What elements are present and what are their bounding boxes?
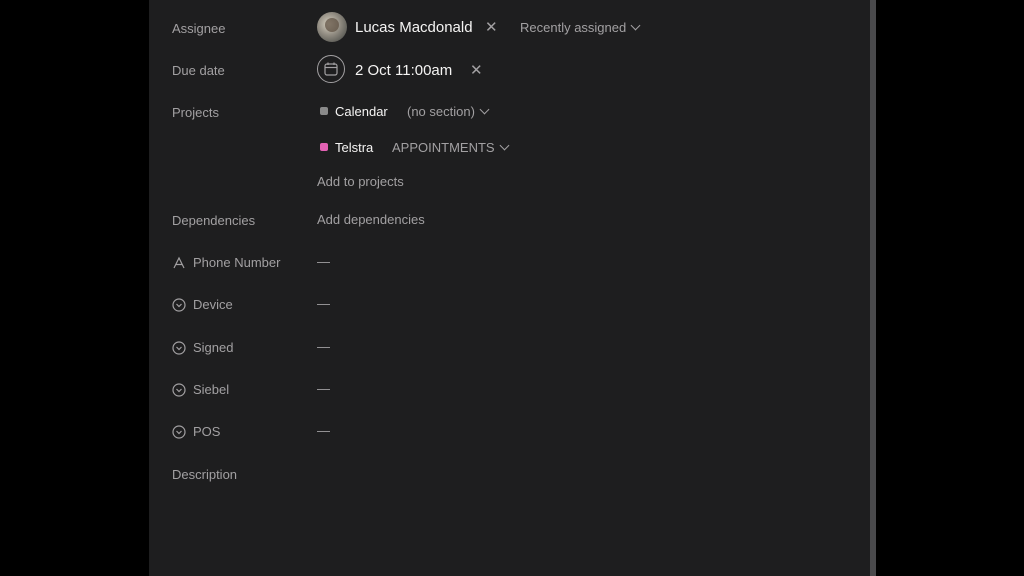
add-to-projects-button[interactable]: Add to projects xyxy=(317,174,404,189)
field-value-pos[interactable]: — xyxy=(317,423,330,438)
scrollbar[interactable] xyxy=(870,0,876,576)
assignee-label: Assignee xyxy=(172,21,226,36)
dropdown-field-icon xyxy=(172,383,186,397)
field-label-signed: Signed xyxy=(172,340,233,356)
field-value-siebel[interactable]: — xyxy=(317,381,330,396)
project-name-calendar[interactable]: Calendar xyxy=(335,104,388,119)
section-label: (no section) xyxy=(407,104,475,119)
dropdown-field-icon xyxy=(172,341,186,355)
recently-assigned-label: Recently assigned xyxy=(520,20,627,35)
due-date-value[interactable]: 2 Oct 11:00am xyxy=(355,62,452,79)
dropdown-field-icon xyxy=(172,298,186,312)
chevron-down-icon xyxy=(499,140,510,151)
field-value-phone-number[interactable]: — xyxy=(317,254,330,269)
section-label: APPOINTMENTS xyxy=(392,140,495,155)
due-date-label: Due date xyxy=(172,63,225,78)
project-color-dot xyxy=(320,143,328,151)
field-label-text: Siebel xyxy=(193,382,230,397)
field-label-text: Device xyxy=(193,297,233,312)
remove-assignee-icon[interactable]: ✕ xyxy=(485,18,498,36)
field-label-pos: POS xyxy=(172,424,220,440)
remove-due-date-icon[interactable]: ✕ xyxy=(470,61,483,79)
field-label-text: POS xyxy=(193,424,221,439)
field-value-signed[interactable]: — xyxy=(317,339,330,354)
projects-label: Projects xyxy=(172,105,219,120)
chevron-down-icon xyxy=(479,104,490,115)
field-label-device: Device xyxy=(172,297,233,313)
field-value-device[interactable]: — xyxy=(317,296,330,311)
section-dropdown-telstra[interactable]: APPOINTMENTS xyxy=(392,140,510,155)
chevron-down-icon xyxy=(630,20,641,31)
dropdown-field-icon xyxy=(172,425,186,439)
section-dropdown-calendar[interactable]: (no section) xyxy=(407,104,490,119)
task-details-panel: Assignee Lucas Macdonald ✕ Recently assi… xyxy=(149,0,870,576)
assignee-avatar[interactable] xyxy=(317,12,347,42)
field-label-text: Phone Number xyxy=(193,255,281,270)
field-label-phone-number: Phone Number xyxy=(172,255,280,271)
description-label: Description xyxy=(172,467,238,482)
recently-assigned-dropdown[interactable]: Recently assigned xyxy=(520,20,641,35)
field-label-text: Signed xyxy=(193,340,234,355)
project-color-dot xyxy=(320,107,328,115)
dependencies-label: Dependencies xyxy=(172,213,256,228)
field-label-siebel: Siebel xyxy=(172,382,229,398)
assignee-name[interactable]: Lucas Macdonald xyxy=(355,19,473,36)
text-field-icon xyxy=(172,256,186,270)
add-dependencies-button[interactable]: Add dependencies xyxy=(317,212,425,227)
calendar-icon[interactable] xyxy=(317,55,345,83)
project-name-telstra[interactable]: Telstra xyxy=(335,140,373,155)
